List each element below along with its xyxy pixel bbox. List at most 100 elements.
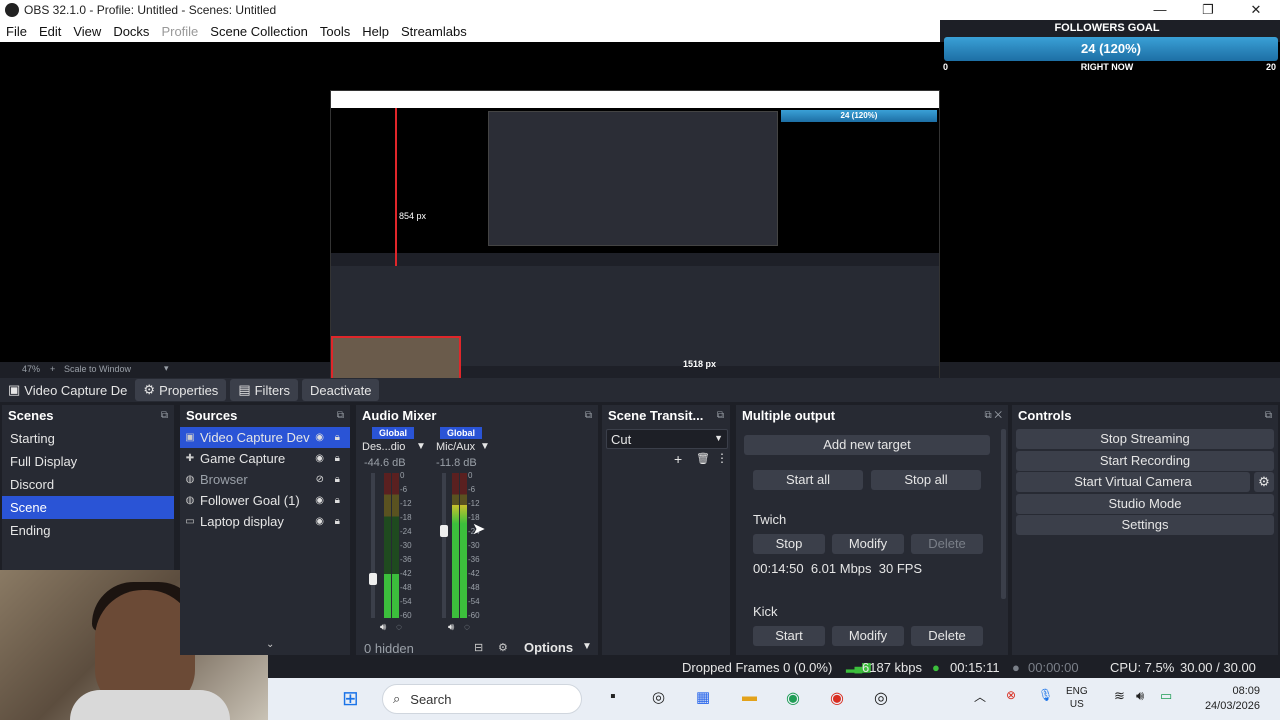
properties-button[interactable]: ⚙ Properties: [135, 379, 227, 401]
chevron-down-icon[interactable]: ▼: [582, 641, 592, 652]
window-title: OBS 32.1.0 - Profile: Untitled - Scenes:…: [24, 3, 277, 17]
advanced-audio-icon[interactable]: ⚙: [498, 641, 508, 654]
dock-menu-icon[interactable]: ⧉: [161, 410, 168, 421]
chevron-up-icon[interactable]: ︿: [974, 688, 986, 705]
dock-menu-icon[interactable]: ⧉: [585, 410, 592, 421]
battery-icon[interactable]: ▭: [1160, 688, 1172, 704]
dock-menu-icon[interactable]: ⧉: [337, 410, 344, 421]
transition-select[interactable]: Cut ▼: [606, 429, 728, 449]
chevron-down-icon[interactable]: ⌄: [266, 639, 274, 650]
volume-icon[interactable]: 🔊︎: [1136, 688, 1144, 704]
chrome-profile-icon[interactable]: ◉: [830, 688, 844, 708]
source-item-follower-goal[interactable]: ◍ Follower Goal (1) ◉ 🔒︎: [180, 490, 350, 511]
minimize-button[interactable]: —: [1140, 0, 1180, 20]
studio-mode-button[interactable]: Studio Mode: [1016, 494, 1274, 514]
wifi-icon[interactable]: ≋: [1114, 688, 1125, 704]
add-transition-icon[interactable]: +: [674, 451, 682, 467]
meter-level: [384, 574, 391, 618]
menu-tools[interactable]: Tools: [314, 24, 356, 39]
menu-profile[interactable]: Profile: [155, 24, 204, 39]
microphone-icon[interactable]: 🎙︎: [1038, 688, 1053, 702]
deactivate-button[interactable]: Deactivate: [302, 379, 380, 401]
start-recording-button[interactable]: Start Recording: [1016, 451, 1274, 471]
restore-button[interactable]: ❐: [1188, 0, 1228, 20]
start-virtual-camera-button[interactable]: Start Virtual Camera: [1016, 472, 1250, 492]
scale-mode[interactable]: Scale to Window: [64, 364, 131, 374]
menu-docks[interactable]: Docks: [107, 24, 155, 39]
menu-streamlabs[interactable]: Streamlabs: [395, 24, 473, 39]
windows-start-icon[interactable]: ⊞: [342, 686, 359, 711]
close-button[interactable]: ✕: [1236, 0, 1276, 20]
options-button[interactable]: Options: [524, 640, 573, 655]
volume-slider-desktop[interactable]: [369, 473, 377, 618]
menu-view[interactable]: View: [67, 24, 107, 39]
eye-icon[interactable]: ◉: [315, 432, 324, 443]
trash-icon[interactable]: 🗑︎: [696, 452, 710, 465]
target-start-button[interactable]: Start: [753, 626, 825, 646]
eye-icon[interactable]: ◉: [315, 516, 324, 527]
dock-menu-icon[interactable]: ⧉: [717, 410, 724, 421]
lock-icon[interactable]: 🔒︎: [335, 453, 340, 464]
lock-icon[interactable]: 🔒︎: [335, 474, 340, 485]
lock-icon[interactable]: 🔒︎: [335, 516, 340, 527]
volume-slider-handle[interactable]: [369, 573, 377, 585]
eye-icon[interactable]: ◉: [315, 453, 324, 464]
menu-edit[interactable]: Edit: [33, 24, 67, 39]
add-new-target-button[interactable]: Add new target: [744, 435, 990, 455]
mixer-layout-icon[interactable]: ⊟: [474, 641, 483, 654]
volume-slider-mic[interactable]: [440, 473, 448, 618]
virtual-camera-settings-icon[interactable]: ⚙: [1254, 472, 1274, 492]
channel-dropdown-icon[interactable]: ▼: [480, 441, 490, 452]
obs-taskbar-icon[interactable]: ◎: [874, 688, 888, 708]
chevron-down-icon[interactable]: ▾: [164, 363, 169, 374]
stop-streaming-button[interactable]: Stop Streaming: [1016, 429, 1274, 449]
zoom-level[interactable]: 47%: [22, 364, 40, 374]
plus-icon[interactable]: +: [50, 364, 55, 374]
scrollbar[interactable]: [1001, 429, 1006, 599]
target-modify-button[interactable]: Modify: [832, 626, 904, 646]
monitor-settings-icon[interactable]: ◌: [464, 622, 470, 633]
taskbar-search[interactable]: ⌕ Search: [382, 684, 582, 714]
source-item-game-capture[interactable]: ✚ Game Capture ◉ 🔒︎: [180, 448, 350, 469]
menu-file[interactable]: File: [0, 24, 33, 39]
task-view-icon[interactable]: ▪: [610, 688, 616, 706]
speaker-icon[interactable]: 🔊︎: [448, 622, 454, 633]
scene-item-scene[interactable]: Scene: [2, 496, 174, 519]
target-modify-button[interactable]: Modify: [832, 534, 904, 554]
target-delete-button[interactable]: Delete: [911, 626, 983, 646]
chrome-icon[interactable]: ◉: [786, 688, 800, 708]
menu-help[interactable]: Help: [356, 24, 395, 39]
preview-canvas[interactable]: 24 (120%) 854 px 1518 px: [0, 42, 1280, 400]
target-delete-button[interactable]: Delete: [911, 534, 983, 554]
stop-all-button[interactable]: Stop all: [871, 470, 981, 490]
eye-icon[interactable]: ◉: [315, 495, 324, 506]
speaker-icon[interactable]: 🔊︎: [380, 622, 386, 633]
scene-item-full-display[interactable]: Full Display: [2, 450, 174, 473]
settings-button[interactable]: Settings: [1016, 515, 1274, 535]
menu-scene-collection[interactable]: Scene Collection: [204, 24, 314, 39]
security-icon[interactable]: ⊗: [1006, 688, 1016, 702]
more-options-icon[interactable]: ⋮: [716, 451, 728, 465]
monitor-settings-icon[interactable]: ◌: [396, 622, 402, 633]
filters-button[interactable]: ▤ Filters: [230, 379, 298, 401]
source-item-browser[interactable]: ◍ Browser ⊘ 🔒︎: [180, 469, 350, 490]
taskbar-clock[interactable]: 08:09 24/03/2026: [1205, 684, 1260, 714]
file-explorer-icon[interactable]: ▬: [742, 688, 757, 705]
source-item-laptop-display[interactable]: ▭ Laptop display ◉ 🔒︎: [180, 511, 350, 532]
dock-menu-icon[interactable]: ⧉: [1265, 410, 1272, 421]
scene-item-ending[interactable]: Ending: [2, 519, 174, 542]
target-stop-button[interactable]: Stop: [753, 534, 825, 554]
lock-icon[interactable]: 🔒︎: [335, 432, 340, 443]
language-indicator[interactable]: ENG US: [1066, 685, 1088, 711]
channel-dropdown-icon[interactable]: ▼: [416, 441, 426, 452]
lock-icon[interactable]: 🔒︎: [335, 495, 340, 506]
source-item-video-capture[interactable]: ▣ Video Capture Dev ◉ 🔒︎: [180, 427, 350, 448]
dell-icon[interactable]: ◎: [652, 688, 665, 706]
store-icon[interactable]: ▦: [696, 688, 710, 706]
dock-close-icon[interactable]: ⧉ ✕: [984, 410, 1002, 421]
scene-item-starting[interactable]: Starting: [2, 427, 174, 450]
start-all-button[interactable]: Start all: [753, 470, 863, 490]
scene-item-discord[interactable]: Discord: [2, 473, 174, 496]
eye-hidden-icon[interactable]: ⊘: [316, 474, 324, 485]
volume-slider-handle[interactable]: [440, 525, 448, 537]
